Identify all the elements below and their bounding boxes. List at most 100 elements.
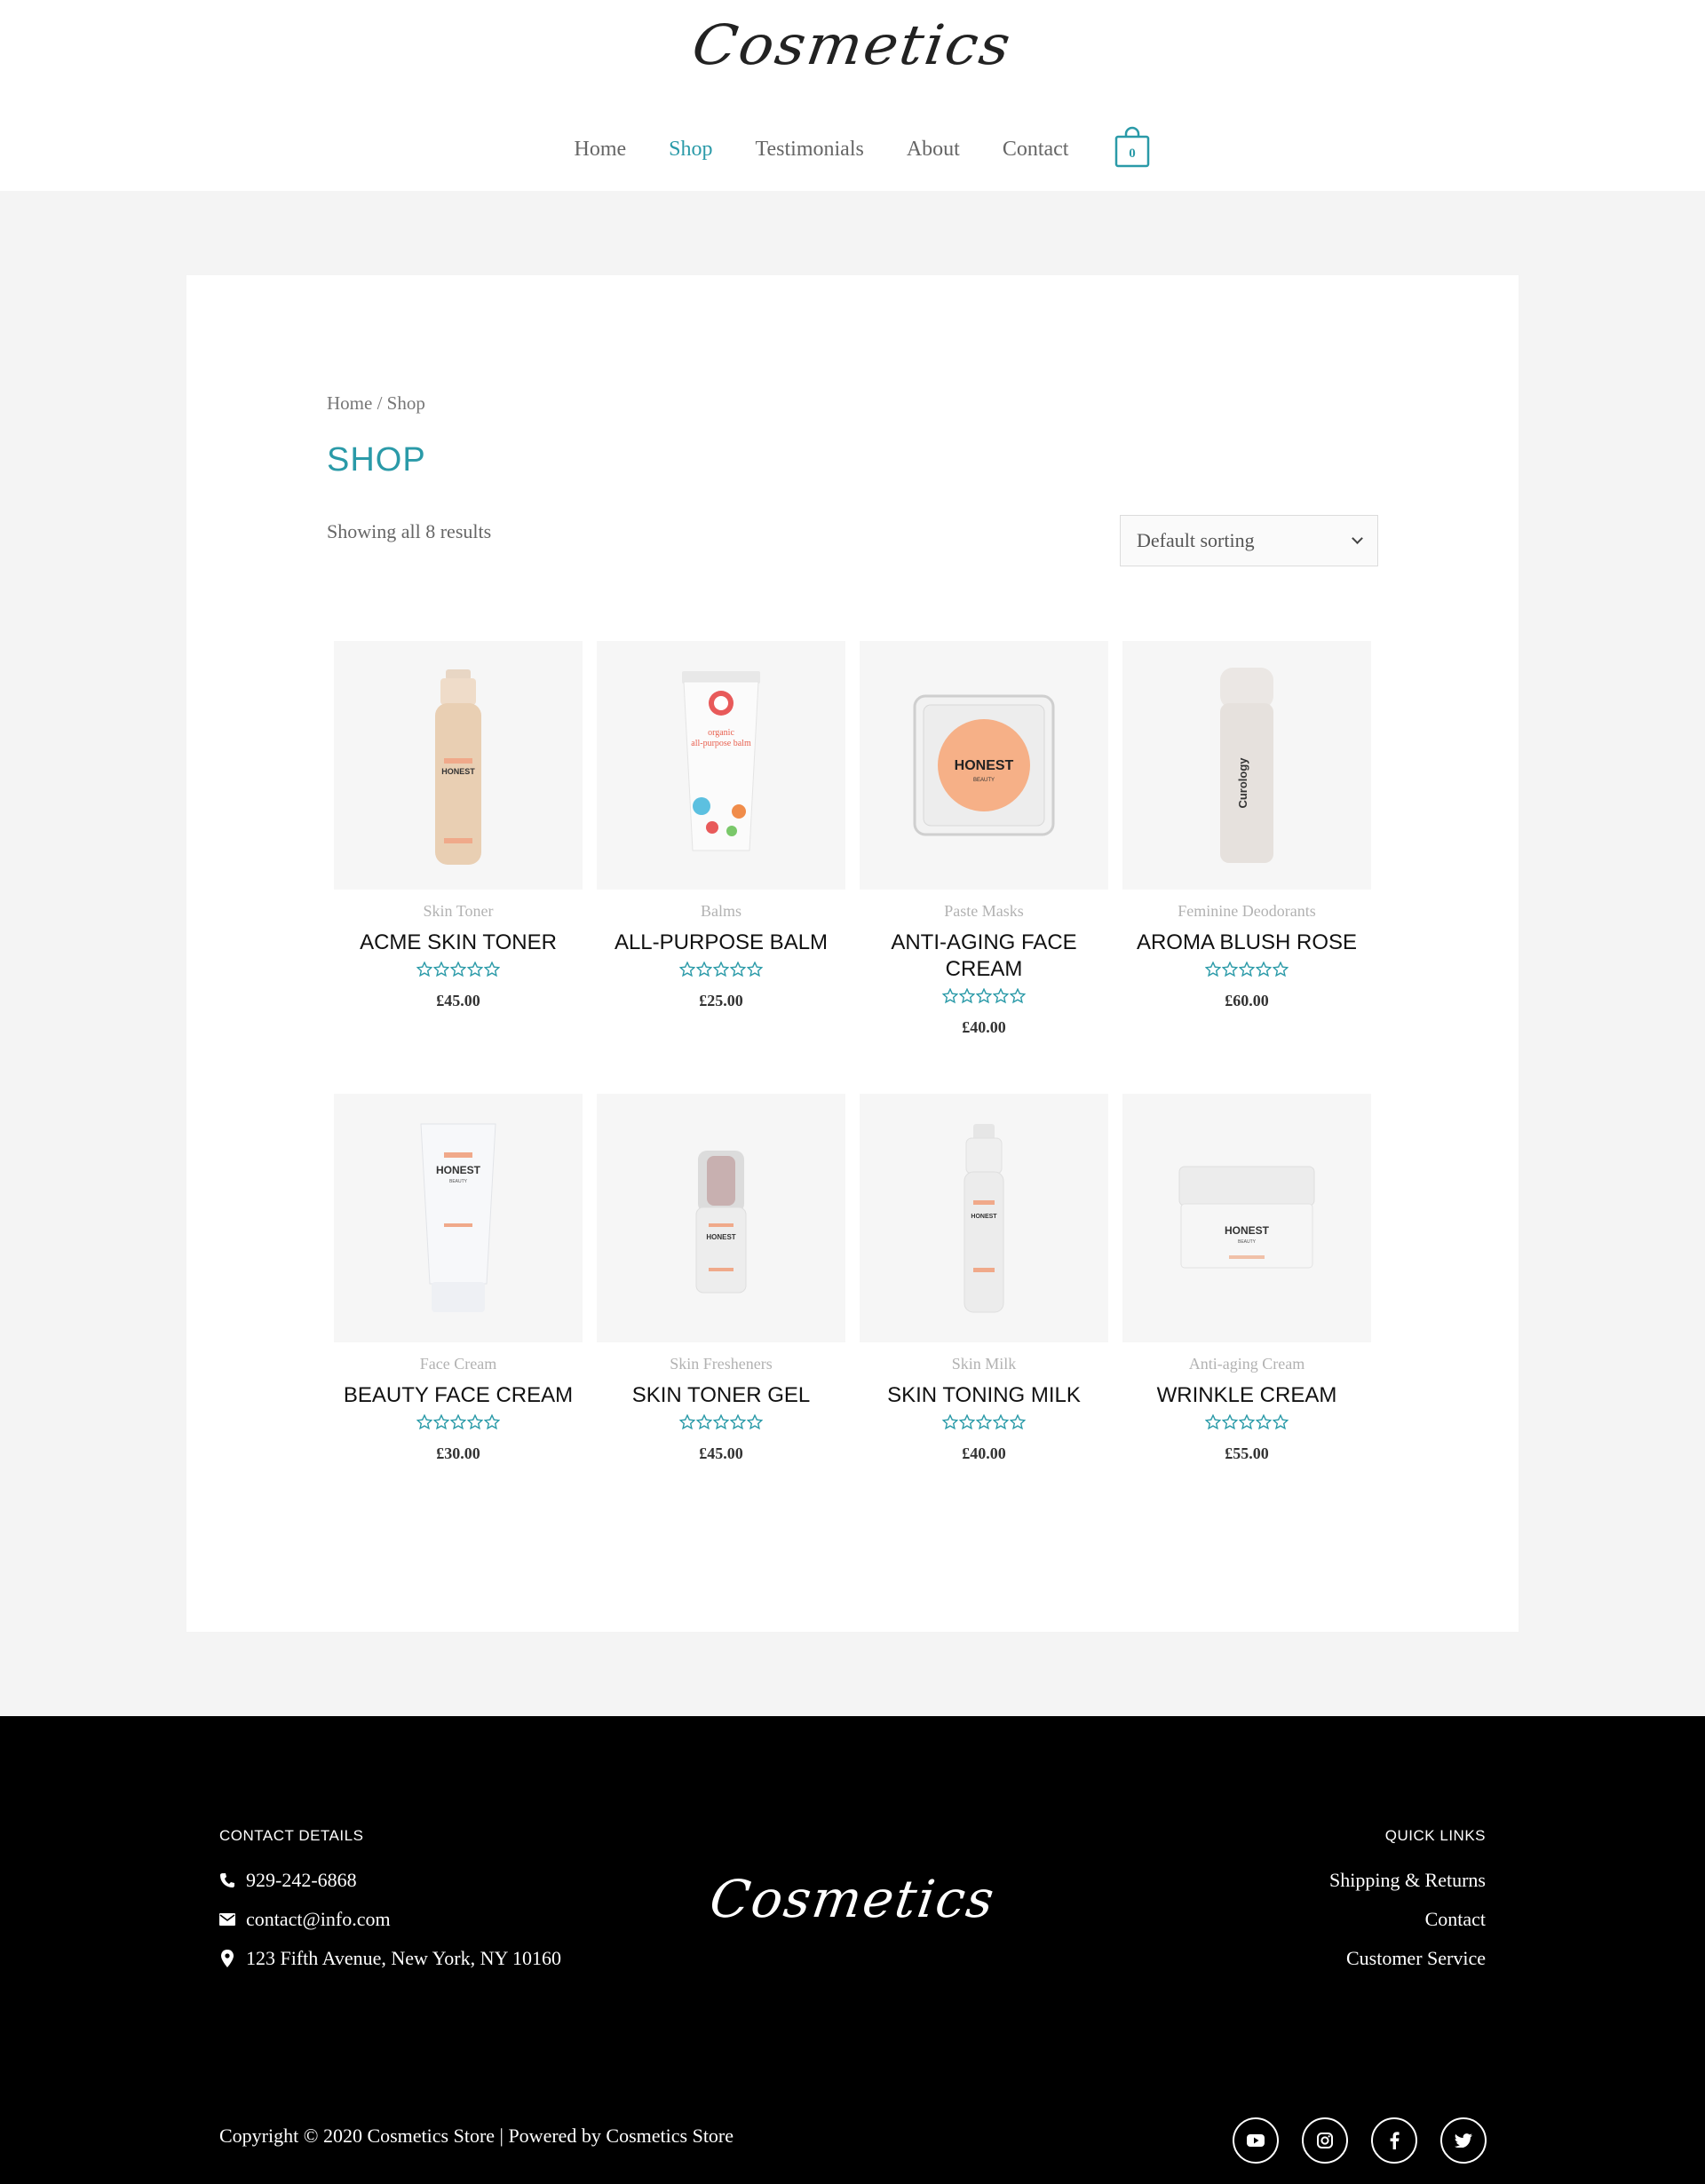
breadcrumb-current: Shop: [386, 392, 425, 414]
star-outline-icon: [679, 1414, 695, 1430]
product-category[interactable]: Feminine Deodorants: [1121, 902, 1373, 921]
svg-text:Curology: Curology: [1236, 757, 1249, 809]
star-outline-icon: [993, 1414, 1009, 1430]
svg-text:HONEST: HONEST: [436, 1164, 481, 1176]
star-outline-icon: [467, 961, 483, 977]
site-header: Cosmetics Home Shop Testimonials About C…: [0, 0, 1705, 191]
star-outline-icon: [696, 1414, 712, 1430]
nav-shop[interactable]: Shop: [669, 138, 712, 162]
product-title[interactable]: ALL-PURPOSE BALM: [595, 930, 847, 956]
product-title[interactable]: SKIN TONING MILK: [858, 1382, 1110, 1409]
product-price: £45.00: [436, 992, 480, 1009]
sorting-select[interactable]: Default sorting: [1120, 515, 1378, 566]
product-image[interactable]: HONEST BEAUTY: [1122, 1094, 1371, 1342]
star-outline-icon: [484, 961, 500, 977]
product-category[interactable]: Skin Toner: [332, 902, 584, 921]
product-image[interactable]: HONEST: [597, 1094, 845, 1342]
rating-stars: [858, 988, 1110, 1011]
star-outline-icon: [747, 1414, 763, 1430]
cart-button[interactable]: 0: [1114, 126, 1150, 168]
quick-link-contact[interactable]: Contact: [1425, 1908, 1486, 1931]
svg-text:HONEST: HONEST: [1225, 1224, 1270, 1237]
product-card: Curology Feminine Deodorants AROMA BLUSH…: [1121, 641, 1373, 1010]
sorting-selected: Default sorting: [1137, 529, 1255, 551]
product-card: HONEST Skin Milk SKIN TONING MILK £40.00: [858, 1094, 1110, 1463]
product-category[interactable]: Skin Fresheners: [595, 1355, 847, 1373]
product-image[interactable]: HONEST: [860, 1094, 1108, 1342]
page-title: SHOP: [327, 441, 426, 479]
instagram-button[interactable]: [1302, 2117, 1348, 2164]
product-image[interactable]: HONEST: [334, 641, 583, 890]
star-outline-icon: [679, 961, 695, 977]
star-outline-icon: [730, 961, 746, 977]
youtube-button[interactable]: [1233, 2117, 1279, 2164]
breadcrumb-separator: /: [372, 392, 387, 414]
face-cream-tube-image: HONEST BEAUTY: [420, 1123, 496, 1312]
product-image[interactable]: HONEST BEAUTY: [334, 1094, 583, 1342]
svg-text:organic: organic: [708, 728, 734, 738]
face-cream-jar-image: HONEST BEAUTY: [913, 694, 1055, 836]
star-outline-icon: [1010, 1414, 1026, 1430]
product-image[interactable]: HONEST BEAUTY: [860, 641, 1108, 890]
star-outline-icon: [450, 1414, 466, 1430]
star-outline-icon: [1239, 1414, 1255, 1430]
product-title[interactable]: WRINKLE CREAM: [1121, 1382, 1373, 1409]
product-price: £55.00: [1225, 1444, 1269, 1462]
product-card: HONEST BEAUTY Face Cream BEAUTY FACE CRE…: [332, 1094, 584, 1463]
wrinkle-cream-jar-image: HONEST BEAUTY: [1178, 1166, 1315, 1269]
facebook-icon: [1390, 2132, 1400, 2149]
svg-text:HONEST: HONEST: [706, 1233, 735, 1241]
product-image[interactable]: organic all-purpose balm: [597, 641, 845, 890]
svg-text:BEAUTY: BEAUTY: [449, 1179, 468, 1184]
breadcrumb-home[interactable]: Home: [327, 392, 372, 414]
product-price: £30.00: [436, 1444, 480, 1462]
star-outline-icon: [433, 1414, 449, 1430]
quick-links-heading: QUICK LINKS: [1384, 1827, 1486, 1844]
twitter-icon: [1455, 2133, 1472, 2148]
nav-about[interactable]: About: [907, 138, 960, 162]
toning-milk-bottle-image: HONEST: [964, 1124, 1004, 1313]
product-price: £45.00: [699, 1444, 743, 1462]
product-price: £25.00: [699, 992, 743, 1009]
product-title[interactable]: BEAUTY FACE CREAM: [332, 1382, 584, 1409]
toner-bottle-image: HONEST: [435, 669, 481, 865]
site-logo[interactable]: Cosmetics: [0, 12, 1705, 77]
product-category[interactable]: Face Cream: [332, 1355, 584, 1373]
product-category[interactable]: Balms: [595, 902, 847, 921]
rating-stars: [858, 1414, 1110, 1437]
product-category[interactable]: Skin Milk: [858, 1355, 1110, 1373]
svg-text:HONEST: HONEST: [971, 1214, 997, 1220]
product-title[interactable]: SKIN TONER GEL: [595, 1382, 847, 1409]
star-outline-icon: [993, 988, 1009, 1004]
result-count: Showing all 8 results: [327, 520, 492, 542]
product-title[interactable]: AROMA BLUSH ROSE: [1121, 930, 1373, 956]
product-category[interactable]: Paste Masks: [858, 902, 1110, 921]
star-outline-icon: [467, 1414, 483, 1430]
quick-link-shipping[interactable]: Shipping & Returns: [1329, 1869, 1486, 1892]
facebook-button[interactable]: [1371, 2117, 1417, 2164]
product-title[interactable]: ACME SKIN TONER: [332, 930, 584, 956]
nav-contact[interactable]: Contact: [1003, 138, 1069, 162]
star-outline-icon: [433, 961, 449, 977]
svg-text:all-purpose balm: all-purpose balm: [691, 739, 751, 748]
quick-link-customer-service[interactable]: Customer Service: [1346, 1947, 1486, 1970]
address-text: 123 Fifth Avenue, New York, NY 10160: [246, 1947, 562, 1969]
product-price: £40.00: [962, 1444, 1006, 1462]
product-image[interactable]: Curology: [1122, 641, 1371, 890]
star-outline-icon: [1239, 961, 1255, 977]
rating-stars: [595, 1414, 847, 1437]
star-outline-icon: [713, 961, 729, 977]
star-outline-icon: [1256, 1414, 1272, 1430]
nav-home[interactable]: Home: [575, 138, 627, 162]
contact-heading: CONTACT DETAILS: [219, 1827, 364, 1844]
cart-count: 0: [1130, 146, 1137, 161]
svg-text:HONEST: HONEST: [955, 758, 1014, 773]
product-title[interactable]: ANTI-AGING FACE CREAM: [858, 930, 1110, 983]
site-footer: CONTACT DETAILS 929-242-6868 contact@inf…: [0, 1716, 1705, 2184]
product-card: HONEST BEAUTY Anti-aging Cream WRINKLE C…: [1121, 1094, 1373, 1463]
nav-testimonials[interactable]: Testimonials: [756, 138, 864, 162]
toner-stick-image: HONEST: [695, 1151, 747, 1294]
twitter-button[interactable]: [1440, 2117, 1487, 2164]
rating-stars: [332, 1414, 584, 1437]
product-category[interactable]: Anti-aging Cream: [1121, 1355, 1373, 1373]
